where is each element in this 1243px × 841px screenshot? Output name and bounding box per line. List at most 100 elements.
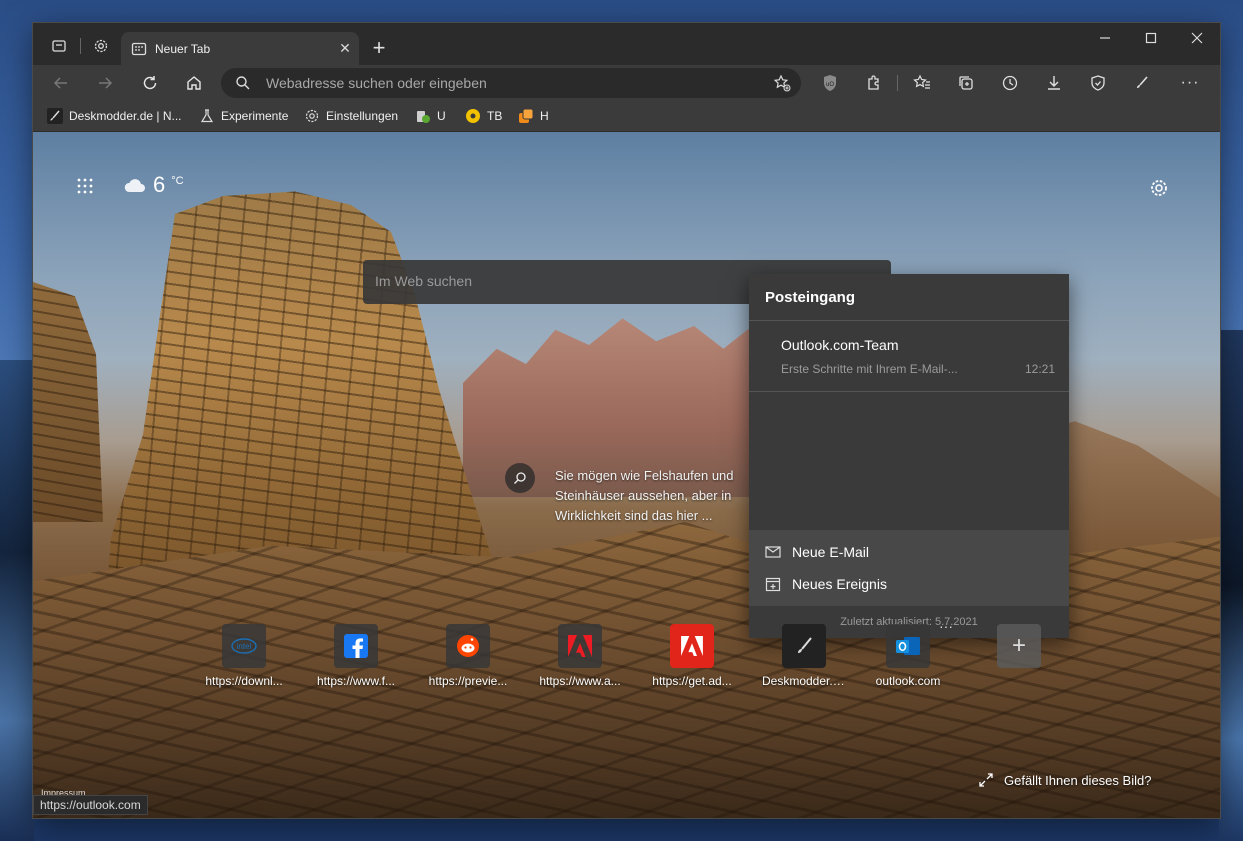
back-button[interactable] <box>45 68 77 98</box>
favorite-label: Deskmodder.de | N... <box>69 109 182 123</box>
image-info-button[interactable] <box>505 463 535 493</box>
favorite-u[interactable]: U <box>415 105 446 127</box>
weather-unit: °C <box>171 175 184 187</box>
plus-icon: + <box>372 35 386 60</box>
security-button[interactable] <box>1082 68 1114 98</box>
tab-actions-icon <box>52 40 66 52</box>
like-image-prompt[interactable]: Gefällt Ihnen dieses Bild? <box>978 772 1151 788</box>
toolbar: Webadresse suchen oder eingeben uO ··· <box>33 65 1220 101</box>
close-window-button[interactable] <box>1174 23 1220 53</box>
search-placeholder: Im Web suchen <box>375 273 473 289</box>
ublock-icon: uO <box>824 75 836 91</box>
expand-icon <box>979 773 993 787</box>
waffle-icon <box>77 178 93 194</box>
close-tab-button[interactable]: ✕ <box>331 35 359 63</box>
desktop-wallpaper-right <box>1219 330 1243 841</box>
favorites-button[interactable] <box>906 68 938 98</box>
flask-icon <box>199 108 215 124</box>
new-mail-button[interactable]: Neue E-Mail <box>765 538 869 566</box>
download-icon <box>1048 76 1060 90</box>
tab-new-tab[interactable]: Neuer Tab ✕ <box>121 32 359 65</box>
home-button[interactable] <box>178 68 210 98</box>
app-launcher-button[interactable] <box>73 174 97 198</box>
favorite-label: U <box>437 109 446 123</box>
adobe-icon <box>670 624 714 668</box>
reddit-icon <box>446 624 490 668</box>
minimize-button[interactable] <box>1082 23 1128 53</box>
deskmodder-extension-button[interactable] <box>1126 68 1158 98</box>
maximize-button[interactable] <box>1128 23 1174 53</box>
search-icon <box>236 76 250 90</box>
mail-subject: Erste Schritte mit Ihrem E-Mail-... <box>781 362 958 376</box>
close-icon <box>1191 32 1203 44</box>
more-icon: ··· <box>1180 74 1200 91</box>
address-placeholder: Webadresse suchen oder eingeben <box>266 75 487 91</box>
refresh-button[interactable] <box>134 68 166 98</box>
page-settings-button[interactable] <box>1145 174 1173 202</box>
divider <box>80 38 81 54</box>
desktop-wallpaper-left <box>0 360 34 841</box>
favorite-label: Einstellungen <box>326 109 399 123</box>
home-icon <box>187 76 201 90</box>
add-top-site-button[interactable]: + <box>997 624 1041 668</box>
extensions-button[interactable] <box>858 68 890 98</box>
divider <box>897 75 898 91</box>
favorite-experimente[interactable]: Experimente <box>199 105 288 127</box>
tab-title: Neuer Tab <box>155 41 211 56</box>
mail-sender: Outlook.com-Team <box>781 337 899 353</box>
collections-button[interactable] <box>950 68 982 98</box>
new-event-button[interactable]: Neues Ereignis <box>765 570 887 598</box>
facebook-icon <box>334 624 378 668</box>
top-site-deskmodder[interactable]: Deskmodder.de <box>762 624 846 688</box>
weather-widget[interactable]: 6 °C <box>123 172 184 198</box>
top-site-more-button[interactable]: ··· <box>939 618 953 634</box>
settings-button[interactable] <box>87 32 115 60</box>
history-button[interactable] <box>994 68 1026 98</box>
add-favorite-icon[interactable] <box>773 74 791 92</box>
favorite-tb[interactable]: TB <box>465 105 502 127</box>
top-site-outlook[interactable]: outlook.com <box>866 624 950 688</box>
intel-icon: intel <box>222 624 266 668</box>
top-site-adobe[interactable]: https://www.a... <box>538 624 622 688</box>
search-icon <box>514 472 526 484</box>
browser-window: Neuer Tab ✕ + Webadresse suchen oder ein… <box>33 23 1220 818</box>
svg-text:uO: uO <box>826 82 834 88</box>
brush-icon <box>782 624 826 668</box>
top-site-facebook[interactable]: https://www.f... <box>314 624 398 688</box>
favorites-bar: Deskmodder.de | N... Experimente Einstel… <box>33 101 1220 132</box>
new-tab-page: 6 °C Im Web suchen Sie mögen wie Felshau… <box>33 132 1220 818</box>
orange-icon <box>518 108 534 124</box>
collections-icon <box>959 76 973 90</box>
top-site-label: Deskmodder.de <box>762 674 846 688</box>
like-image-text: Gefällt Ihnen dieses Bild? <box>1004 772 1152 788</box>
ublock-extension-button[interactable]: uO <box>814 68 846 98</box>
favorite-deskmodder[interactable]: Deskmodder.de | N... <box>47 105 182 127</box>
extension-icon <box>415 108 431 124</box>
history-icon <box>1002 75 1018 91</box>
top-site-reddit[interactable]: https://previe... <box>426 624 510 688</box>
downloads-button[interactable] <box>1038 68 1070 98</box>
top-site-get-adobe[interactable]: https://get.ad... <box>650 624 734 688</box>
more-menu-button[interactable]: ··· <box>1174 68 1206 98</box>
close-icon: ✕ <box>339 40 351 56</box>
image-info-text[interactable]: Sie mögen wie Felshaufen und Steinhäuser… <box>555 466 755 526</box>
top-site-label: https://downl... <box>205 674 283 688</box>
tab-actions-button[interactable] <box>45 32 73 60</box>
favorite-einstellungen[interactable]: Einstellungen <box>304 105 398 127</box>
address-bar[interactable]: Webadresse suchen oder eingeben <box>221 68 801 98</box>
favorite-h[interactable]: H <box>518 105 549 127</box>
top-site-label: https://previe... <box>428 674 508 688</box>
calendar-add-icon <box>765 577 781 592</box>
adobe-icon <box>558 624 602 668</box>
plus-icon: + <box>1011 632 1026 659</box>
inbox-mail-item[interactable]: Outlook.com-Team Erste Schritte mit Ihre… <box>749 321 1069 392</box>
favorites-icon <box>913 74 930 89</box>
top-site-label: https://www.a... <box>539 674 621 688</box>
top-site-intel[interactable]: intel https://downl... <box>202 624 286 688</box>
new-tab-button[interactable]: + <box>365 34 393 62</box>
arrow-right-icon <box>99 77 113 89</box>
newtab-page-icon <box>131 42 147 55</box>
outlook-inbox-popup: Posteingang Outlook.com-Team Erste Schri… <box>749 274 1069 638</box>
shield-check-icon <box>1091 75 1105 91</box>
forward-button[interactable] <box>89 68 121 98</box>
